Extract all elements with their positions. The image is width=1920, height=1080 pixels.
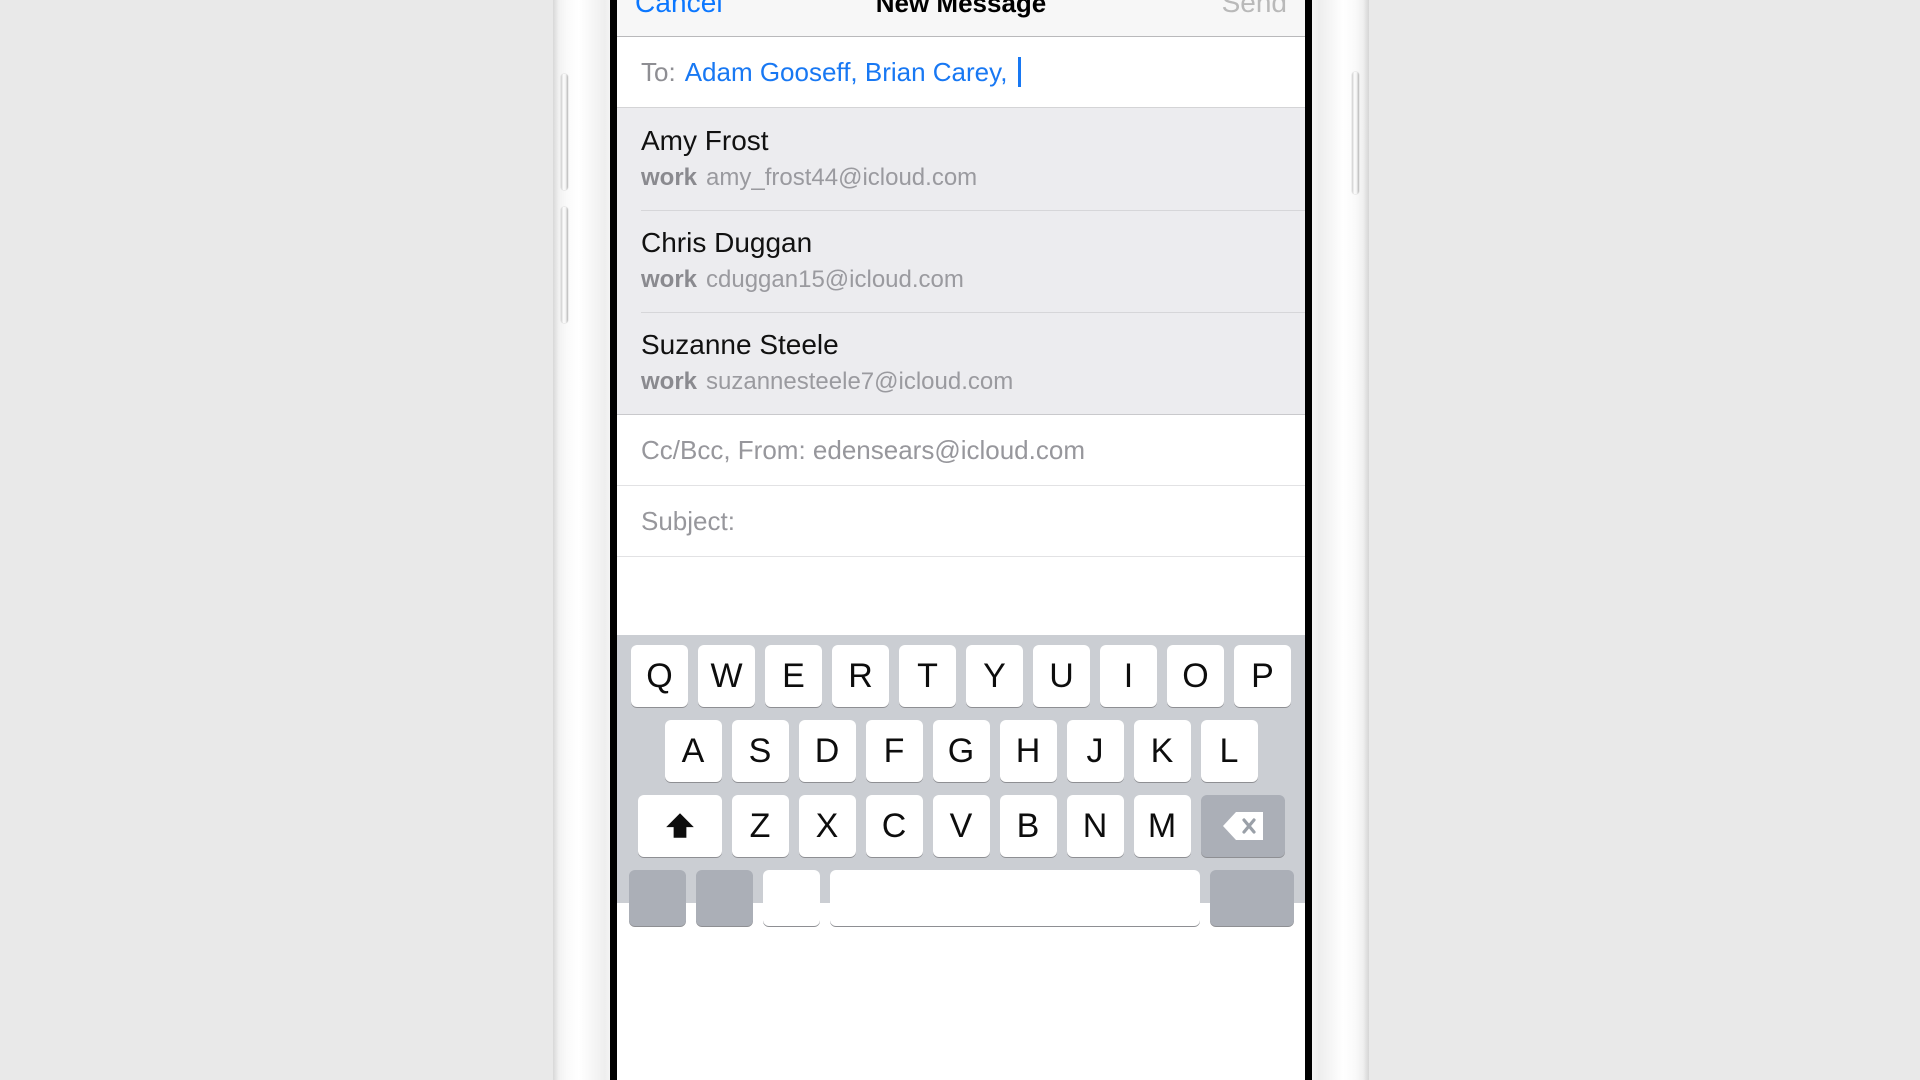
keyboard-row-3: Z X C V B N M [617,795,1305,857]
volume-up-button[interactable] [561,74,568,190]
key-u[interactable]: U [1033,645,1090,707]
key-q[interactable]: Q [631,645,688,707]
contact-label: work [641,164,698,191]
to-field-recipients[interactable]: Adam Gooseff, Brian Carey, [685,57,1008,88]
key-i[interactable]: I [1100,645,1157,707]
emoji-key[interactable] [695,870,753,926]
key-v[interactable]: V [932,795,990,857]
backspace-delete-icon [1222,812,1263,840]
key-c[interactable]: C [865,795,923,857]
contact-detail: work amy_frost44@icloud.com [641,163,1305,193]
text-cursor [1018,57,1022,87]
key-d[interactable]: D [798,720,856,782]
keyboard-row-2: A S D F G H J K L [617,720,1305,782]
key-l[interactable]: L [1200,720,1258,782]
key-z[interactable]: Z [731,795,789,857]
contact-email: amy_frost44@icloud.com [706,164,978,191]
contact-detail: work suzannesteele7@icloud.com [641,367,1305,397]
key-t[interactable]: T [899,645,956,707]
key-o[interactable]: O [1167,645,1224,707]
send-button[interactable]: Send [1222,0,1287,19]
contact-suggestion-list: Amy Frost work amy_frost44@icloud.com Chr… [617,108,1305,415]
phone-screen: Cancel New Message Send To: Adam Gooseff… [617,0,1305,1080]
contact-email: suzannesteele7@icloud.com [706,368,1014,395]
key-s[interactable]: S [731,720,789,782]
volume-down-button[interactable] [561,207,568,323]
key-e[interactable]: E [765,645,822,707]
shift-key[interactable] [637,795,722,857]
to-field-label: To: [641,56,676,87]
key-g[interactable]: G [932,720,990,782]
key-p[interactable]: P [1234,645,1291,707]
key-m[interactable]: M [1133,795,1191,857]
list-item[interactable]: Amy Frost work amy_frost44@icloud.com [617,108,1305,210]
contact-email: cduggan15@icloud.com [706,266,964,293]
message-body-field[interactable] [617,557,1305,635]
key-w[interactable]: W [698,645,755,707]
numbers-key[interactable] [628,870,686,926]
key-k[interactable]: K [1133,720,1191,782]
power-button[interactable] [1352,72,1359,194]
shift-arrow-up-icon [665,813,694,838]
cc-bcc-from-field[interactable]: Cc/Bcc, From: edensears@icloud.com [617,415,1305,486]
key-r[interactable]: R [832,645,889,707]
contact-label: work [641,266,698,293]
key-h[interactable]: H [999,720,1057,782]
key-j[interactable]: J [1066,720,1124,782]
key-n[interactable]: N [1066,795,1124,857]
to-field[interactable]: To: Adam Gooseff, Brian Carey, [617,37,1305,108]
keyboard-row-4 [617,870,1305,926]
key-x[interactable]: X [798,795,856,857]
backspace-key[interactable] [1200,795,1285,857]
key-b[interactable]: B [999,795,1057,857]
contact-name: Suzanne Steele [641,329,839,360]
on-screen-keyboard: Q W E R T Y U I O P A S D F G H J K L Z … [617,635,1305,926]
cancel-button[interactable]: Cancel [635,0,723,19]
keyboard-row-1: Q W E R T Y U I O P [617,645,1305,707]
contact-label: work [641,368,698,395]
contact-name: Chris Duggan [641,227,813,258]
key-a[interactable]: A [664,720,722,782]
contact-name: Amy Frost [641,125,769,156]
navigation-bar: Cancel New Message Send [617,0,1305,37]
contact-detail: work cduggan15@icloud.com [641,265,1305,295]
list-item[interactable]: Chris Duggan work cduggan15@icloud.com [617,210,1305,312]
dictation-key[interactable] [762,870,820,926]
space-key[interactable] [829,870,1200,926]
subject-field[interactable]: Subject: [617,486,1305,557]
list-item[interactable]: Suzanne Steele work suzannesteele7@icloud… [617,312,1305,414]
key-f[interactable]: F [865,720,923,782]
return-key[interactable] [1209,870,1294,926]
key-y[interactable]: Y [966,645,1023,707]
screenshot-canvas: Cancel New Message Send To: Adam Gooseff… [0,0,1920,1080]
